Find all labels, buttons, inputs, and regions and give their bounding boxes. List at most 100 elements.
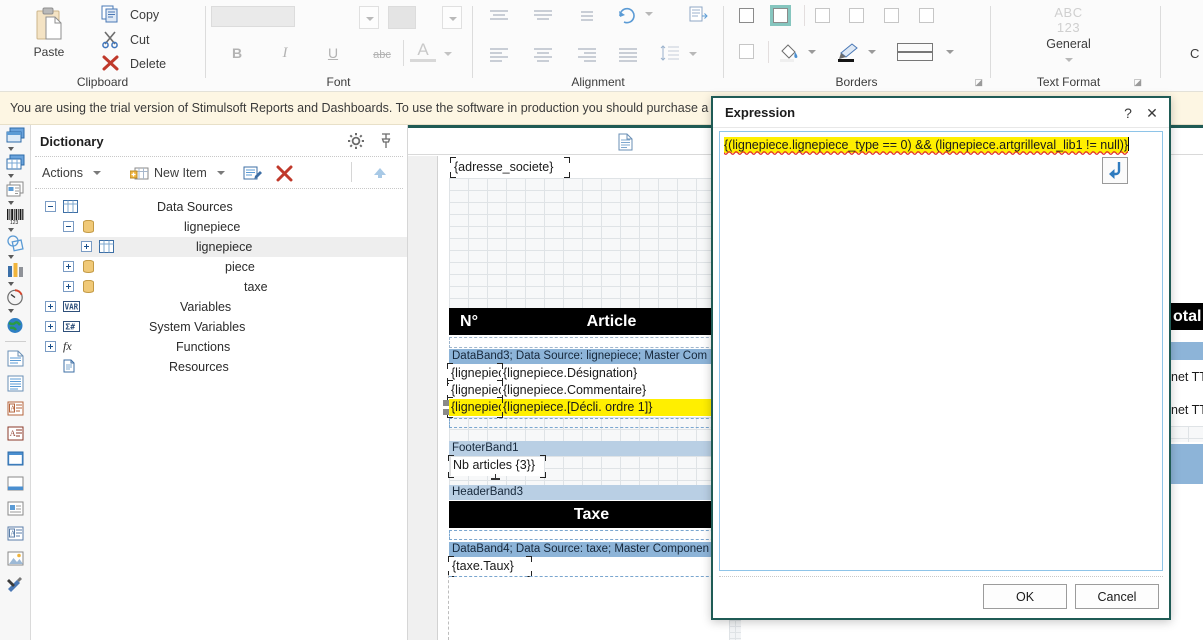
text-object-decli-ordre-1[interactable]: {lignepiece.[Décli. ordre 1]} <box>501 399 711 416</box>
report-page-icon[interactable] <box>618 133 633 151</box>
expander-minus-icon[interactable] <box>63 221 74 232</box>
subreport-icon-button[interactable] <box>0 496 31 521</box>
line-spacing-dropdown[interactable] <box>689 52 697 56</box>
expander-plus-icon[interactable] <box>45 301 56 312</box>
expander-plus-icon[interactable] <box>63 261 74 272</box>
band-label-databand4[interactable]: DataBand4; Data Source: taxe; Master Com… <box>449 542 734 557</box>
panel-icon-button[interactable] <box>0 125 31 152</box>
dialog-title-bar[interactable]: Expression ? ✕ <box>713 98 1169 128</box>
align-justify-icon[interactable] <box>616 44 640 66</box>
chart-icon-button[interactable] <box>0 260 31 287</box>
chevron-down-icon[interactable] <box>8 174 14 178</box>
font-name-dropdown[interactable] <box>359 6 379 29</box>
band-label-databand3[interactable]: DataBand3; Data Source: lignepiece; Mast… <box>449 349 734 364</box>
system-text-icon-button[interactable]: A <box>0 421 31 446</box>
font-name-input[interactable] <box>211 6 295 27</box>
pin-icon[interactable] <box>379 132 393 150</box>
strikethrough-button[interactable]: abc <box>369 43 395 67</box>
right-band-label[interactable] <box>1169 342 1203 360</box>
line-spacing-icon[interactable] <box>659 43 683 65</box>
chevron-down-icon[interactable] <box>8 255 14 259</box>
right-text-net-ttc-2[interactable]: net TTC <box>1169 402 1203 422</box>
band-grid-header[interactable] <box>449 178 734 308</box>
align-bottom-icon[interactable] <box>575 5 599 27</box>
fill-color-dropdown[interactable] <box>808 50 816 54</box>
image-icon-button[interactable] <box>0 546 31 571</box>
edit-icon[interactable] <box>240 161 266 185</box>
tree-item-taxe[interactable]: taxe <box>31 277 407 297</box>
map-globe-icon-button[interactable] <box>0 314 31 337</box>
tree-item-data-sources[interactable]: Data Sources <box>31 197 407 217</box>
paste-button[interactable]: Paste <box>10 2 88 74</box>
font-color-button[interactable]: A <box>410 40 436 62</box>
section-header-taxe[interactable]: Taxe <box>449 501 734 528</box>
text-direction-icon[interactable] <box>687 4 711 26</box>
ok-button[interactable]: OK <box>983 584 1067 609</box>
expression-text[interactable]: {(lignepiece.lignepiece_type == 0) && (l… <box>724 137 1129 153</box>
italic-button[interactable]: I <box>272 41 298 65</box>
text-format-dropdown[interactable] <box>1064 58 1073 62</box>
chevron-down-icon[interactable] <box>8 201 14 205</box>
chevron-down-icon[interactable] <box>8 309 14 313</box>
border-none-selected-icon[interactable] <box>770 5 791 26</box>
align-center-icon[interactable] <box>531 44 555 66</box>
font-size-dropdown[interactable] <box>442 6 462 29</box>
tree-item-lignepiece-source[interactable]: lignepiece <box>31 217 407 237</box>
font-color-dropdown[interactable] <box>444 52 452 56</box>
bold-button[interactable]: B <box>224 41 250 65</box>
text-rotate-dropdown[interactable] <box>645 12 653 16</box>
band-label-footerband1[interactable]: FooterBand1 <box>449 441 734 456</box>
cross-tab-icon-button[interactable] <box>0 179 31 206</box>
cut-button[interactable]: Cut <box>100 27 149 53</box>
tree-item-functions[interactable]: fx Functions <box>31 337 407 357</box>
text-format-selected[interactable]: General <box>991 37 1146 51</box>
rich-text-icon-button[interactable] <box>0 371 31 396</box>
close-icon[interactable]: ✕ <box>1141 102 1163 124</box>
column-header-no[interactable]: N° <box>449 308 489 335</box>
copy-button[interactable]: Copy <box>100 2 159 28</box>
expression-dialog[interactable]: Expression ? ✕ {(lignepiece.lignepiece_t… <box>711 96 1171 620</box>
tree-item-lignepiece-table[interactable]: lignepiece <box>31 237 407 257</box>
right-column-total-ttc[interactable]: otal ti <box>1169 303 1203 330</box>
chevron-down-icon[interactable] <box>8 228 14 232</box>
text-object-commentaire[interactable]: {lignepiece.Commentaire} <box>501 382 673 399</box>
tree-item-resources[interactable]: Resources <box>31 357 407 377</box>
chevron-down-icon[interactable] <box>8 147 14 151</box>
band-label-headerband3[interactable]: HeaderBand3 <box>449 485 734 500</box>
underline-button[interactable]: U <box>320 41 346 65</box>
question-mark-icon[interactable]: ? <box>1117 102 1139 124</box>
delete-icon[interactable] <box>272 161 298 185</box>
gauge-icon-button[interactable] <box>0 287 31 314</box>
align-right-icon[interactable] <box>575 44 599 66</box>
expander-minus-icon[interactable] <box>45 201 56 212</box>
expander-plus-icon[interactable] <box>81 241 92 252</box>
shape-icon-button[interactable] <box>0 233 31 260</box>
new-item-button[interactable]: New Item <box>127 161 228 185</box>
expander-plus-icon[interactable] <box>45 341 56 352</box>
column-header-article[interactable]: Article <box>489 308 734 335</box>
tree-item-system-variables[interactable]: Σ# System Variables <box>31 317 407 337</box>
border-outline-icon[interactable] <box>736 41 757 62</box>
expander-plus-icon[interactable] <box>63 281 74 292</box>
align-top-icon[interactable] <box>487 5 511 27</box>
drag-handle[interactable] <box>443 400 449 406</box>
right-band-label-2[interactable] <box>1169 444 1203 484</box>
tree-item-variables[interactable]: VAR Variables <box>31 297 407 317</box>
expander-plus-icon[interactable] <box>45 321 56 332</box>
border-color-dropdown[interactable] <box>868 50 876 54</box>
border-style-dropdown[interactable] <box>946 50 954 54</box>
checkbox-text-icon-button[interactable]: A <box>0 521 31 546</box>
table-panel-icon-button[interactable] <box>0 152 31 179</box>
enter-arrow-icon[interactable] <box>1102 157 1128 184</box>
move-up-icon[interactable] <box>367 161 393 185</box>
gear-icon[interactable] <box>347 132 365 150</box>
actions-dropdown-button[interactable]: Actions <box>39 161 117 185</box>
drag-handle[interactable] <box>443 409 449 415</box>
border-all-icon[interactable] <box>736 5 757 26</box>
text-format-dialog-launcher[interactable]: ◪ <box>1133 77 1142 88</box>
fill-color-icon[interactable] <box>776 40 802 64</box>
text-rotate-icon[interactable] <box>616 4 640 26</box>
font-size-input[interactable] <box>388 6 416 29</box>
tools-icon-button[interactable] <box>0 571 31 598</box>
border-left-icon[interactable] <box>812 5 833 26</box>
